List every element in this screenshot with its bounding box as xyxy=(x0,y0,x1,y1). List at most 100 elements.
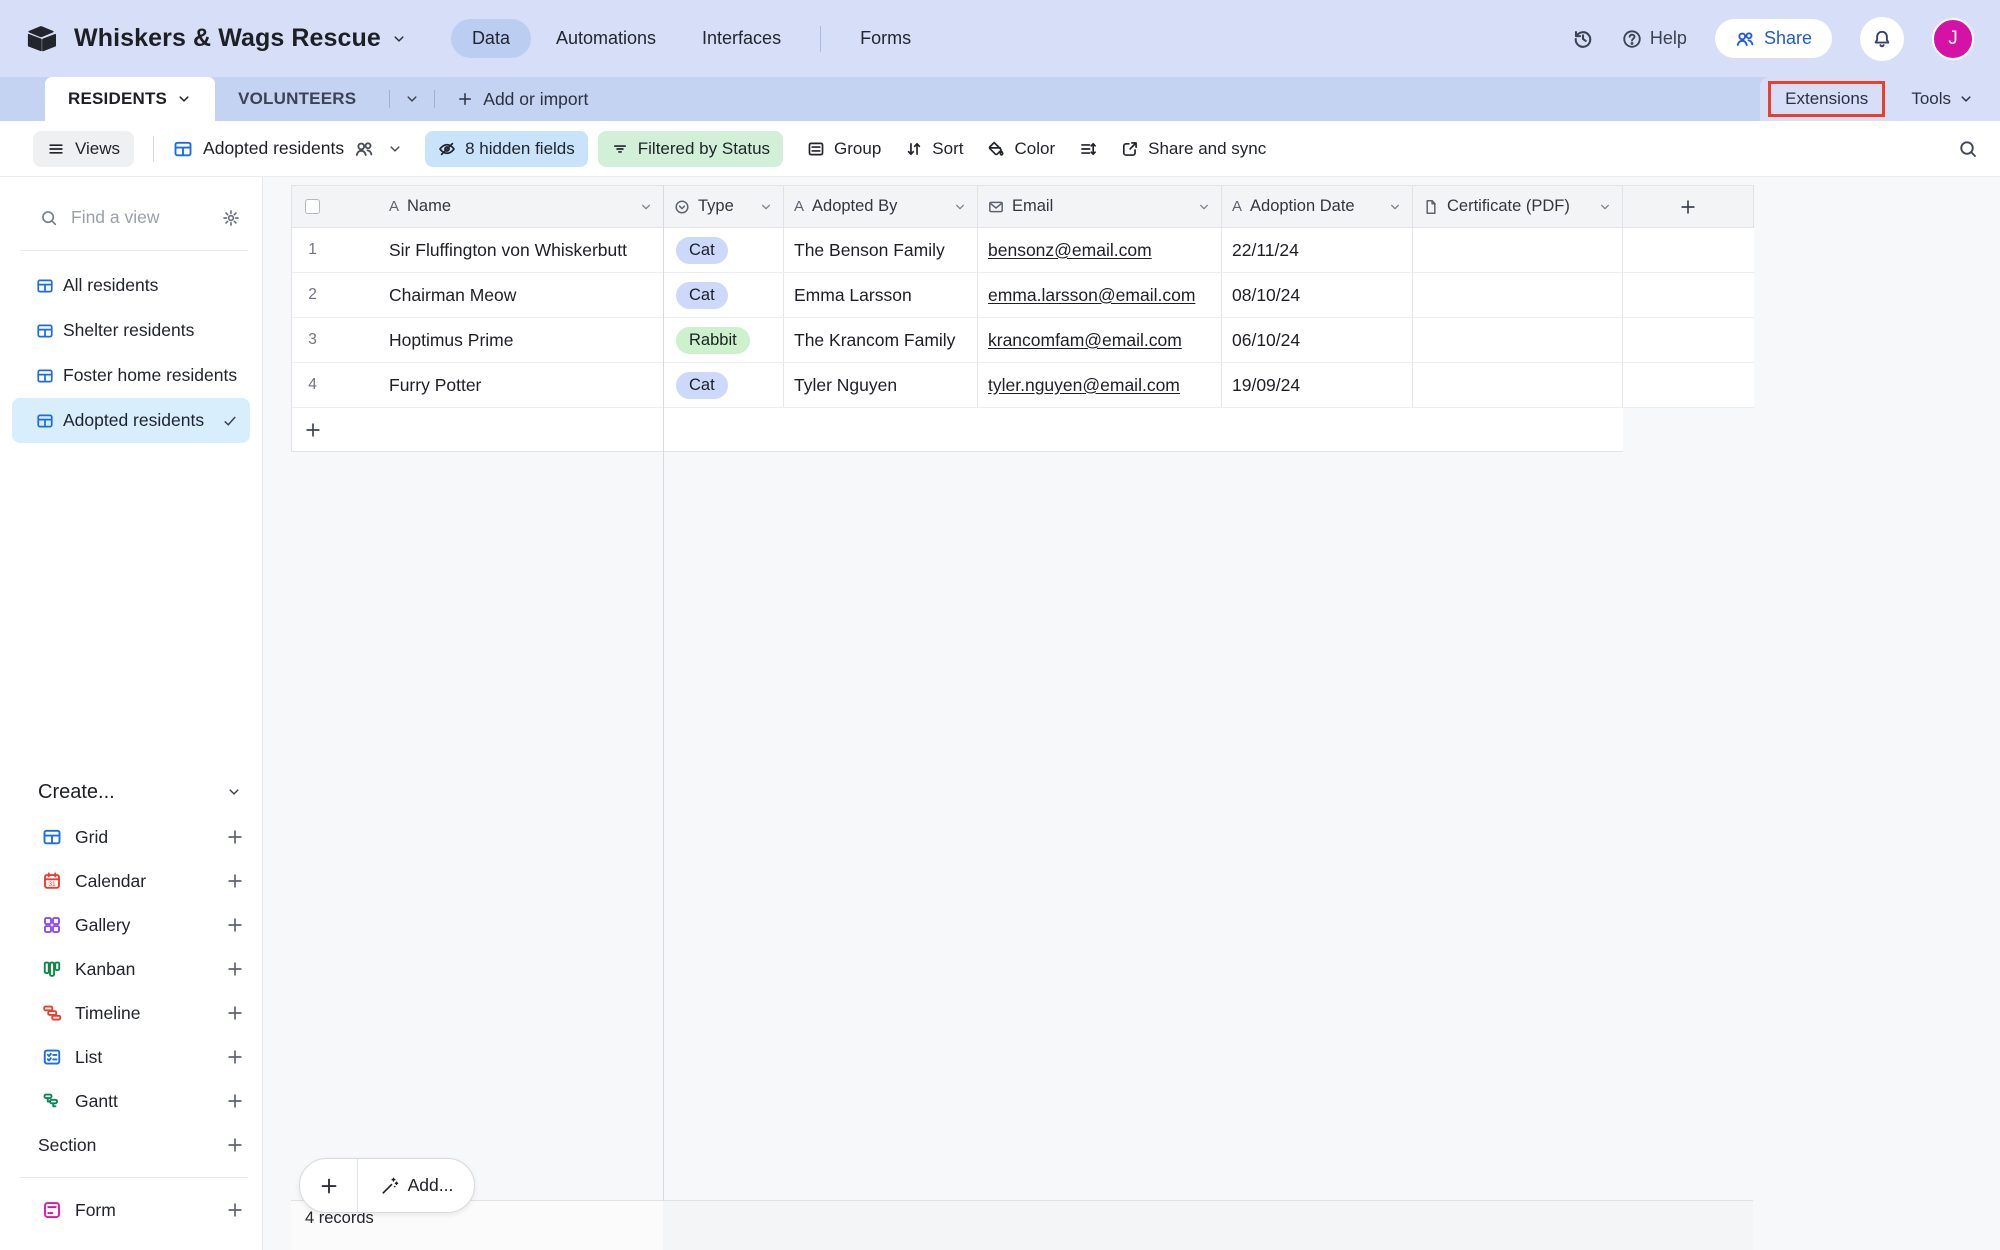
cell-adoption-date[interactable]: 08/10/24 xyxy=(1222,273,1413,317)
create-item-grid[interactable]: Grid xyxy=(0,815,262,859)
column-header-adoption-date[interactable]: A Adoption Date xyxy=(1222,186,1413,227)
column-header-type[interactable]: Type xyxy=(664,186,784,227)
add-or-import-button[interactable]: Add or import xyxy=(445,89,600,110)
gear-icon[interactable] xyxy=(222,209,240,227)
topbar-actions: Help Share J xyxy=(1572,16,1974,61)
tab-residents[interactable]: RESIDENTS xyxy=(45,77,216,121)
select-all-checkbox[interactable] xyxy=(305,199,320,214)
cell-name[interactable]: Sir Fluffington von Whiskerbutt xyxy=(333,228,664,272)
grid-view-icon xyxy=(36,277,54,295)
add-with-ai-button[interactable]: Add... xyxy=(358,1159,474,1212)
sidebar-view-foster-home-residents[interactable]: Foster home residents xyxy=(12,353,250,398)
email-link[interactable]: krancomfam@email.com xyxy=(988,330,1182,351)
share-and-sync-button[interactable]: Share and sync xyxy=(1121,139,1266,159)
cell-adopted-by[interactable]: The Krancom Family xyxy=(784,318,978,362)
table-row[interactable]: 4 Furry Potter Cat Tyler Nguyen tyler.nguyen… xyxy=(292,363,1754,408)
field-email-icon xyxy=(988,199,1004,215)
cell-adopted-by[interactable]: The Benson Family xyxy=(784,228,978,272)
cell-email[interactable]: krancomfam@email.com xyxy=(978,318,1222,362)
hidden-fields-button[interactable]: 8 hidden fields xyxy=(425,130,588,167)
create-item-gantt[interactable]: Gantt xyxy=(0,1079,262,1123)
create-item-label: Section xyxy=(38,1134,97,1155)
row-height-icon[interactable] xyxy=(1079,140,1097,158)
cell-certificate[interactable] xyxy=(1413,228,1623,272)
sort-button[interactable]: Sort xyxy=(905,139,963,159)
cell-adoption-date[interactable]: 19/09/24 xyxy=(1222,363,1413,407)
add-field-button[interactable] xyxy=(1623,186,1754,227)
column-header-name[interactable]: A Name xyxy=(333,186,664,227)
column-header-email[interactable]: Email xyxy=(978,186,1222,227)
create-item-kanban[interactable]: Kanban xyxy=(0,947,262,991)
select-all-cell xyxy=(292,186,333,227)
email-link[interactable]: bensonz@email.com xyxy=(988,240,1152,261)
search-icon[interactable] xyxy=(1958,139,1978,159)
cell-name[interactable]: Furry Potter xyxy=(333,363,664,407)
tabbar-right-panel: Extensions Tools xyxy=(1760,77,2000,121)
cell-certificate[interactable] xyxy=(1413,273,1623,317)
add-record-button[interactable] xyxy=(300,1159,358,1212)
group-button[interactable]: Group xyxy=(807,139,881,159)
share-button[interactable]: Share xyxy=(1714,19,1832,58)
cell-name[interactable]: Hoptimus Prime xyxy=(333,318,664,362)
find-view-input[interactable] xyxy=(71,207,209,228)
gantt-icon xyxy=(42,1091,62,1111)
cell-type[interactable]: Cat xyxy=(664,273,784,317)
cell-type[interactable]: Cat xyxy=(664,228,784,272)
table-row[interactable]: 3 Hoptimus Prime Rabbit The Krancom Family k… xyxy=(292,318,1754,363)
create-item-timeline[interactable]: Timeline xyxy=(0,991,262,1035)
plus-icon xyxy=(226,1048,244,1066)
cell-type[interactable]: Rabbit xyxy=(664,318,784,362)
cell-email[interactable]: bensonz@email.com xyxy=(978,228,1222,272)
tools-button[interactable]: Tools xyxy=(1911,89,1974,109)
create-item-section[interactable]: Section xyxy=(0,1123,262,1167)
tab-list-chevron-icon[interactable] xyxy=(404,91,420,107)
cell-email[interactable]: tyler.nguyen@email.com xyxy=(978,363,1222,407)
cell-adoption-date[interactable]: 06/10/24 xyxy=(1222,318,1413,362)
nav-item-data[interactable]: Data xyxy=(450,19,531,58)
cell-certificate[interactable] xyxy=(1413,363,1623,407)
filter-button[interactable]: Filtered by Status xyxy=(597,130,784,167)
create-section-header[interactable]: Create... xyxy=(0,769,262,815)
cell-adopted-by[interactable]: Emma Larsson xyxy=(784,273,978,317)
column-label: Adoption Date xyxy=(1250,197,1355,215)
tab-volunteers[interactable]: VOLUNTEERS xyxy=(215,77,379,121)
cell-type[interactable]: Cat xyxy=(664,363,784,407)
airtable-logo-icon xyxy=(26,24,56,54)
nav-item-automations[interactable]: Automations xyxy=(535,19,677,58)
table-row[interactable]: 2 Chairman Meow Cat Emma Larsson emma.larsso… xyxy=(292,273,1754,318)
create-item-list[interactable]: List xyxy=(0,1035,262,1079)
create-item-calendar[interactable]: 31 Calendar xyxy=(0,859,262,903)
cell-adoption-date[interactable]: 22/11/24 xyxy=(1222,228,1413,272)
current-view-control[interactable]: Adopted residents xyxy=(173,138,403,159)
history-icon[interactable] xyxy=(1572,28,1594,50)
sidebar-view-all-residents[interactable]: All residents xyxy=(12,263,250,308)
sort-label: Sort xyxy=(932,138,964,158)
table-row[interactable]: 1 Sir Fluffington von Whiskerbutt Cat The B… xyxy=(292,228,1754,273)
column-header-adopted-by[interactable]: A Adopted By xyxy=(784,186,978,227)
column-header-certificate-pdf[interactable]: Certificate (PDF) xyxy=(1413,186,1623,227)
nav-item-forms[interactable]: Forms xyxy=(839,19,932,58)
create-item-gallery[interactable]: Gallery xyxy=(0,903,262,947)
color-button[interactable]: Color xyxy=(987,139,1055,159)
avatar[interactable]: J xyxy=(1932,17,1974,60)
create-item-form[interactable]: Form xyxy=(0,1188,262,1232)
email-link[interactable]: tyler.nguyen@email.com xyxy=(988,375,1180,396)
base-title[interactable]: Whiskers & Wags Rescue xyxy=(74,24,381,53)
cell-email[interactable]: emma.larsson@email.com xyxy=(978,273,1222,317)
cell-adopted-by[interactable]: Tyler Nguyen xyxy=(784,363,978,407)
help-button[interactable]: Help xyxy=(1622,28,1687,49)
add-row[interactable] xyxy=(292,408,1623,452)
row-number: 3 xyxy=(308,331,317,348)
base-title-chevron-icon[interactable] xyxy=(391,31,407,47)
sidebar-view-adopted-residents[interactable]: Adopted residents xyxy=(12,398,250,443)
notifications-button[interactable] xyxy=(1860,16,1904,61)
cell-certificate[interactable] xyxy=(1413,318,1623,362)
email-link[interactable]: emma.larsson@email.com xyxy=(988,285,1195,306)
column-label: Name xyxy=(407,197,452,215)
cell-name[interactable]: Chairman Meow xyxy=(333,273,664,317)
sidebar-view-shelter-residents[interactable]: Shelter residents xyxy=(12,308,250,353)
views-button[interactable]: Views xyxy=(33,130,135,167)
plus-icon xyxy=(292,421,333,439)
nav-item-interfaces[interactable]: Interfaces xyxy=(681,19,802,58)
extensions-button[interactable]: Extensions xyxy=(1768,81,1886,117)
